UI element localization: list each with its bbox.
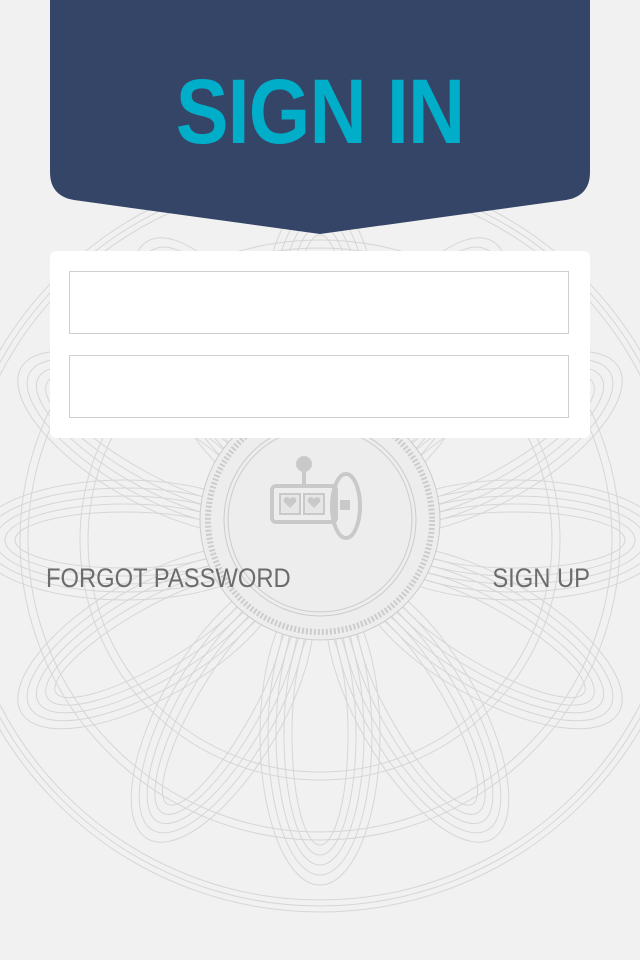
- username-input[interactable]: [69, 271, 569, 334]
- login-form-card: [50, 251, 590, 438]
- slot-machine-icon: [270, 456, 362, 540]
- page-title: SIGN IN: [175, 61, 465, 163]
- header-banner: SIGN IN: [50, 0, 590, 234]
- sign-up-link[interactable]: SIGN UP: [492, 562, 590, 594]
- password-input[interactable]: [69, 355, 569, 418]
- forgot-password-link[interactable]: FORGOT PASSWORD: [46, 562, 291, 594]
